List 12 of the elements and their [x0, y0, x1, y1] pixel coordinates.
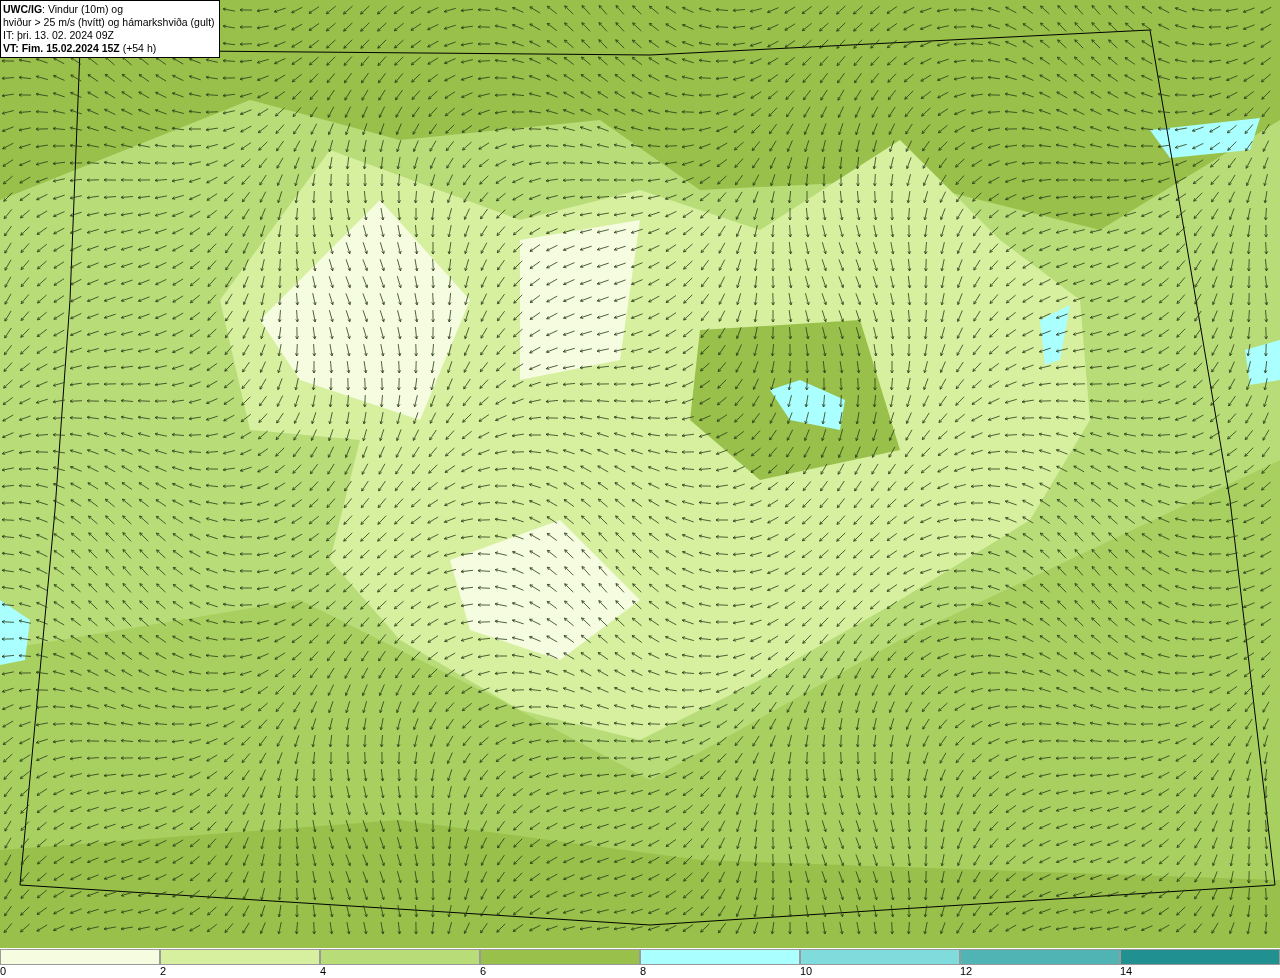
- info-text: VT: Fim. 15.02.2024 15Z (+54 h): [3, 42, 158, 55]
- info-text: IT: þri. 13. 02. 2024 09Z: [3, 29, 115, 42]
- legend-tick-label: 6: [480, 965, 487, 978]
- legend-tick-label: 0: [0, 965, 7, 978]
- legend-tick-label: 8: [640, 965, 647, 978]
- info-text: hviður > 25 m/s (hvítt) og hámarkshviða (gult): [3, 16, 215, 29]
- legend-tick-label: 14: [1120, 965, 1133, 978]
- legend-tick-label: 10: [800, 965, 813, 978]
- info-text: UWC/IG: Vindur (10m) og: [3, 3, 124, 16]
- legend-tick-label: 12: [960, 965, 973, 978]
- legend-tick-label: 4: [320, 965, 327, 978]
- legend-tick-label: 2: [160, 965, 167, 978]
